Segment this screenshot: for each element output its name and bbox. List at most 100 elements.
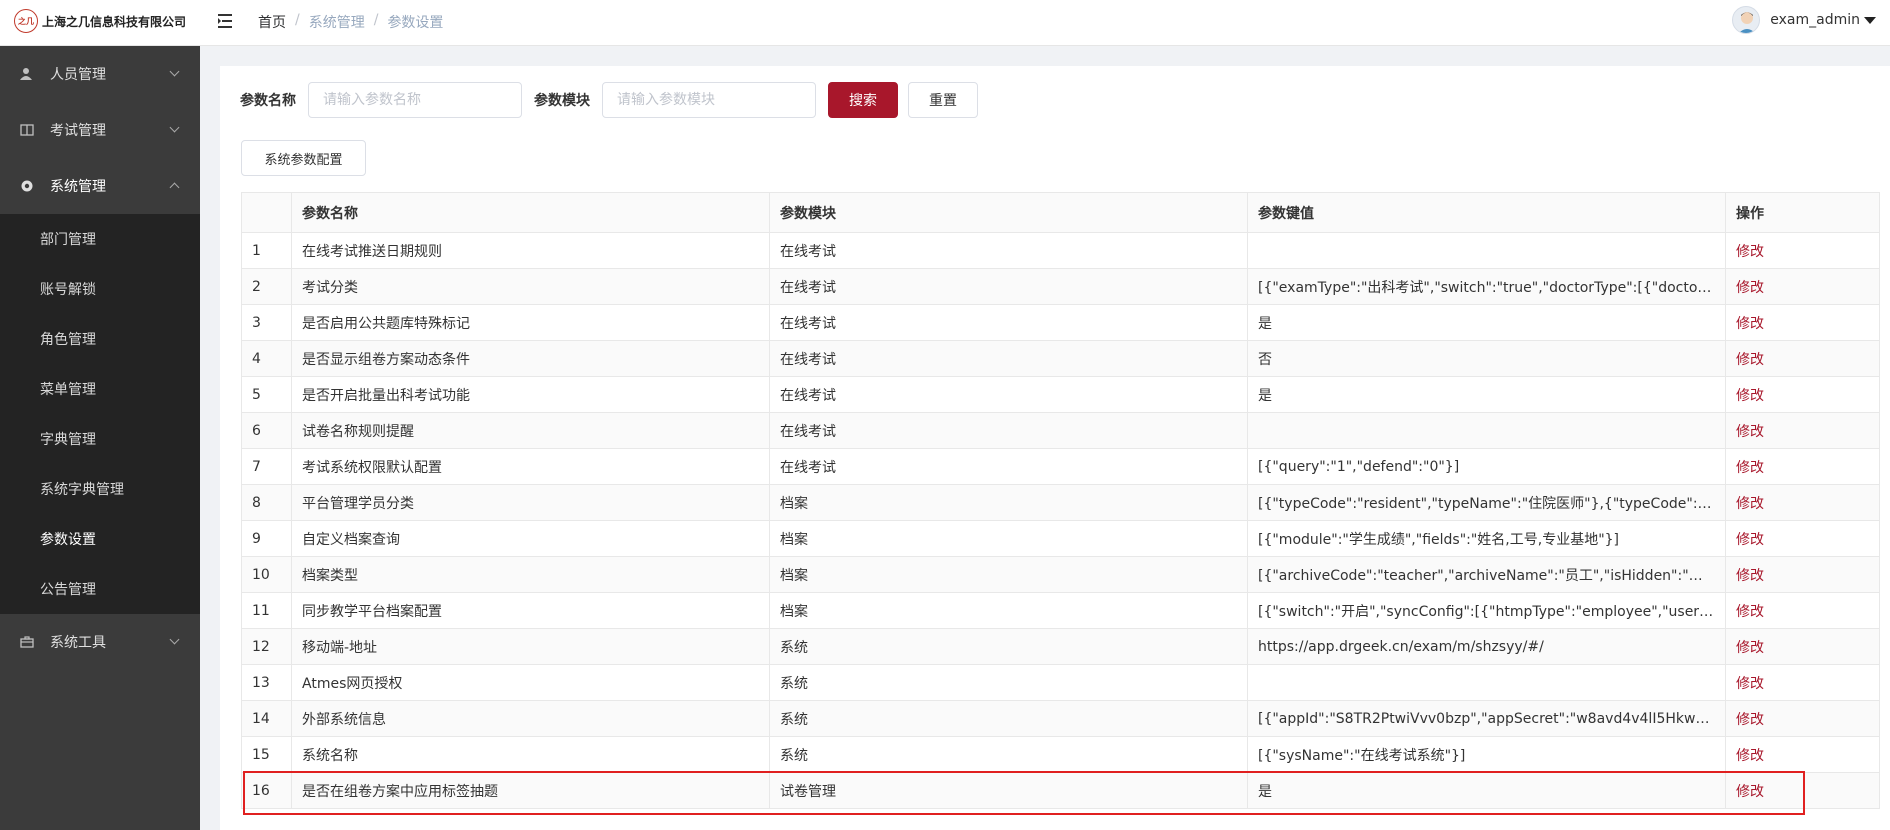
- sidebar-item-system-dictionary[interactable]: 系统字典管理: [0, 464, 200, 514]
- edit-link[interactable]: 修改: [1725, 376, 1880, 413]
- chevron-down-icon: [169, 634, 180, 645]
- cell-param-name: 考试系统权限默认配置: [291, 448, 770, 485]
- edit-link[interactable]: 修改: [1725, 340, 1880, 377]
- cell-param-value: https://app.drgeek.cn/exam/m/shzsyy/#/: [1247, 628, 1726, 665]
- cell-param-value: 是: [1247, 376, 1726, 413]
- edit-link[interactable]: 修改: [1725, 448, 1880, 485]
- cell-param-value: [{"examType":"出科考试","switch":"true","doc…: [1247, 268, 1726, 305]
- sidebar-item-system[interactable]: 系统管理: [0, 158, 200, 214]
- cell-param-name: 档案类型: [291, 556, 770, 593]
- table-row: 1 在线考试推送日期规则 在线考试 修改: [241, 232, 1880, 269]
- cell-param-name: 试卷名称规则提醒: [291, 412, 770, 449]
- cell-param-value: [{"archiveCode":"teacher","archiveName":…: [1247, 556, 1726, 593]
- reset-button[interactable]: 重置: [908, 82, 978, 118]
- cell-param-value: [{"module":"学生成绩","fields":"姓名,工号,专业基地"}…: [1247, 520, 1726, 557]
- sidebar-item-personnel[interactable]: 人员管理: [0, 46, 200, 102]
- param-name-label: 参数名称: [240, 93, 296, 109]
- cell-index: 6: [241, 412, 292, 449]
- cell-param-name: 是否在组卷方案中应用标签抽题: [291, 772, 770, 809]
- sidebar-item-label: 人员管理: [50, 67, 106, 83]
- breadcrumb-home[interactable]: 首页: [258, 12, 286, 32]
- param-name-input[interactable]: [308, 82, 522, 118]
- edit-link[interactable]: 修改: [1725, 268, 1880, 305]
- avatar[interactable]: [1732, 6, 1761, 34]
- cell-param-module: 在线考试: [769, 268, 1248, 305]
- cell-param-module: 系统: [769, 664, 1248, 701]
- username[interactable]: exam_admin: [1770, 12, 1860, 28]
- user-icon: [20, 67, 34, 81]
- sidebar: 人员管理 考试管理 系统管理 部门管理 账号解锁 角色管理 菜单管理 字典管理 …: [0, 46, 200, 830]
- table-row: 6 试卷名称规则提醒 在线考试 修改: [241, 412, 1880, 449]
- sidebar-item-menus[interactable]: 菜单管理: [0, 364, 200, 414]
- cell-param-name: Atmes网页授权: [291, 664, 770, 701]
- sidebar-item-parameters[interactable]: 参数设置: [0, 514, 200, 564]
- table-header-row: 参数名称 参数模块 参数键值 操作: [241, 192, 1880, 233]
- param-module-input[interactable]: [602, 82, 816, 118]
- edit-link[interactable]: 修改: [1725, 484, 1880, 521]
- search-button[interactable]: 搜索: [828, 82, 898, 118]
- cell-param-name: 外部系统信息: [291, 700, 770, 737]
- sidebar-item-announcements[interactable]: 公告管理: [0, 564, 200, 614]
- edit-link[interactable]: 修改: [1725, 628, 1880, 665]
- cell-index: 16: [241, 772, 292, 809]
- cell-index: 7: [241, 448, 292, 485]
- edit-link[interactable]: 修改: [1725, 520, 1880, 557]
- cell-param-name: 移动端-地址: [291, 628, 770, 665]
- cell-param-name: 在线考试推送日期规则: [291, 232, 770, 269]
- toolbox-icon: [20, 635, 34, 649]
- cell-param-name: 同步教学平台档案配置: [291, 592, 770, 629]
- cell-param-module: 系统: [769, 736, 1248, 773]
- company-logo[interactable]: 之几 上海之几信息科技有限公司: [14, 9, 186, 33]
- edit-link[interactable]: 修改: [1725, 304, 1880, 341]
- sidebar-item-exam[interactable]: 考试管理: [0, 102, 200, 158]
- cell-param-value: 否: [1247, 340, 1726, 377]
- cell-index: 13: [241, 664, 292, 701]
- cell-param-module: 在线考试: [769, 412, 1248, 449]
- cell-index: 11: [241, 592, 292, 629]
- sidebar-item-dictionary[interactable]: 字典管理: [0, 414, 200, 464]
- edit-link[interactable]: 修改: [1725, 736, 1880, 773]
- cell-param-name: 是否启用公共题库特殊标记: [291, 304, 770, 341]
- table-row: 5 是否开启批量出科考试功能 在线考试是修改: [241, 376, 1880, 413]
- system-config-button[interactable]: 系统参数配置: [241, 140, 366, 176]
- company-name: 上海之几信息科技有限公司: [42, 14, 187, 29]
- breadcrumb-current: 参数设置: [387, 15, 444, 31]
- edit-link[interactable]: 修改: [1725, 772, 1880, 809]
- cell-index: 12: [241, 628, 292, 665]
- cell-param-module: 系统: [769, 628, 1248, 665]
- user-menu[interactable]: exam_admin: [1732, 6, 1876, 34]
- params-table: 参数名称 参数模块 参数键值 操作 1 在线考试推送日期规则 在线考试 修改 2 考试分类…: [241, 192, 1880, 809]
- table-row: 11 同步教学平台档案配置 档案 [{"switch":"开启","syncConfi…: [241, 592, 1880, 629]
- sidebar-item-tools[interactable]: 系统工具: [0, 614, 200, 670]
- sidebar-item-department[interactable]: 部门管理: [0, 214, 200, 264]
- cell-param-value: [1247, 664, 1726, 701]
- table-row: 12 移动端-地址 系统 https://app.drgeek.cn/exam/m/s…: [241, 628, 1880, 665]
- edit-link[interactable]: 修改: [1725, 700, 1880, 737]
- sidebar-item-roles[interactable]: 角色管理: [0, 314, 200, 364]
- table-row: 8 平台管理学员分类 档案 [{"typeCode":"resident","type…: [241, 484, 1880, 521]
- cell-param-value: [1247, 232, 1726, 269]
- cell-param-module: 在线考试: [769, 340, 1248, 377]
- cell-param-module: 在线考试: [769, 304, 1248, 341]
- chevron-down-icon: [169, 122, 180, 133]
- gear-icon: [20, 179, 34, 193]
- edit-link[interactable]: 修改: [1725, 556, 1880, 593]
- sidebar-item-label: 系统管理: [50, 179, 106, 195]
- breadcrumb-system: 系统管理: [308, 15, 365, 31]
- cell-param-module: 档案: [769, 592, 1248, 629]
- cell-index: 3: [241, 304, 292, 341]
- cell-param-value: 是: [1247, 304, 1726, 341]
- cell-index: 4: [241, 340, 292, 377]
- caret-down-icon[interactable]: [1864, 16, 1876, 24]
- edit-link[interactable]: 修改: [1725, 412, 1880, 449]
- cell-param-module: 档案: [769, 556, 1248, 593]
- sidebar-item-unlock[interactable]: 账号解锁: [0, 264, 200, 314]
- edit-link[interactable]: 修改: [1725, 592, 1880, 629]
- hamburger-collapse-icon[interactable]: [216, 11, 236, 31]
- edit-link[interactable]: 修改: [1725, 664, 1880, 701]
- edit-link[interactable]: 修改: [1725, 232, 1880, 269]
- cell-param-module: 系统: [769, 700, 1248, 737]
- column-header-value: 参数键值: [1247, 192, 1726, 233]
- cell-param-name: 考试分类: [291, 268, 770, 305]
- logo-mark-icon: 之几: [14, 9, 38, 33]
